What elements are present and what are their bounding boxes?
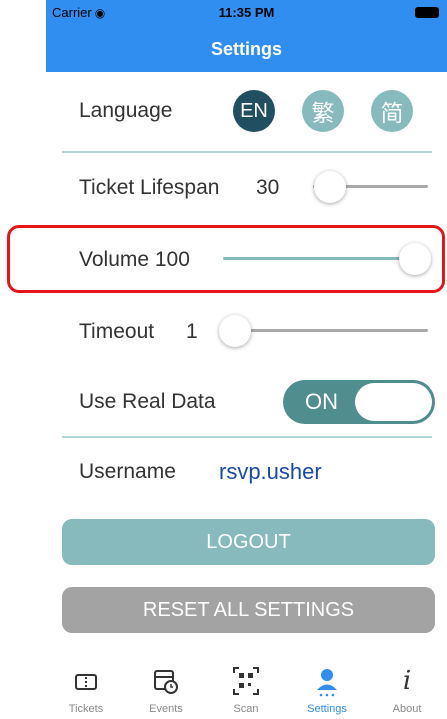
use-real-data-label: Use Real Data [79,390,216,413]
tab-about[interactable]: i About [367,665,447,715]
tab-label: Scan [233,703,259,715]
ticket-lifespan-value: 30 [256,176,280,199]
user-settings-icon [317,669,337,697]
qr-scan-icon [233,667,259,695]
tab-bar: Tickets Events Scan Settings i About [46,665,447,719]
nav-bar: Settings [46,36,447,72]
slider-thumb[interactable] [314,171,346,203]
toggle-knob [355,383,432,421]
status-time: 11:35 PM [218,5,275,20]
timeout-value: 1 [186,320,198,343]
language-label: Language [79,99,173,122]
ticket-lifespan-label: Ticket Lifespan [79,176,220,199]
reset-all-settings-button[interactable]: RESET ALL SETTINGS [62,587,435,633]
tab-label: Events [149,703,183,715]
slider-thumb[interactable] [219,315,251,347]
tab-settings[interactable]: Settings [287,665,367,715]
username-label: Username [79,460,176,483]
tab-label: About [392,703,422,715]
timeout-label: Timeout [79,320,155,343]
tab-label: Settings [307,703,347,715]
status-bar: Carrier ◉ 11:35 PM [46,0,447,36]
language-traditional-button[interactable]: 繁 [302,90,344,132]
language-en-button[interactable]: EN [233,90,275,132]
slider-thumb[interactable] [399,243,431,275]
language-simplified-button[interactable]: 简 [371,90,413,132]
divider [62,436,432,438]
info-icon: i [402,666,412,696]
divider [62,151,432,153]
toggle-state-label: ON [305,389,338,414]
calendar-clock-icon [154,670,178,694]
tab-scan[interactable]: Scan [206,665,286,715]
ticket-icon [75,674,97,690]
tab-label: Tickets [68,703,104,715]
logout-button[interactable]: LOGOUT [62,519,435,565]
slider-track [236,329,428,332]
username-value: rsvp.usher [219,459,322,484]
page-title: Settings [210,39,282,59]
slider-fill [223,257,403,260]
tab-tickets[interactable]: Tickets [46,665,126,715]
tab-events[interactable]: Events [126,665,206,715]
volume-label: Volume 100 [79,248,190,271]
battery-icon [415,7,439,18]
use-real-data-toggle[interactable]: ON [283,380,435,424]
